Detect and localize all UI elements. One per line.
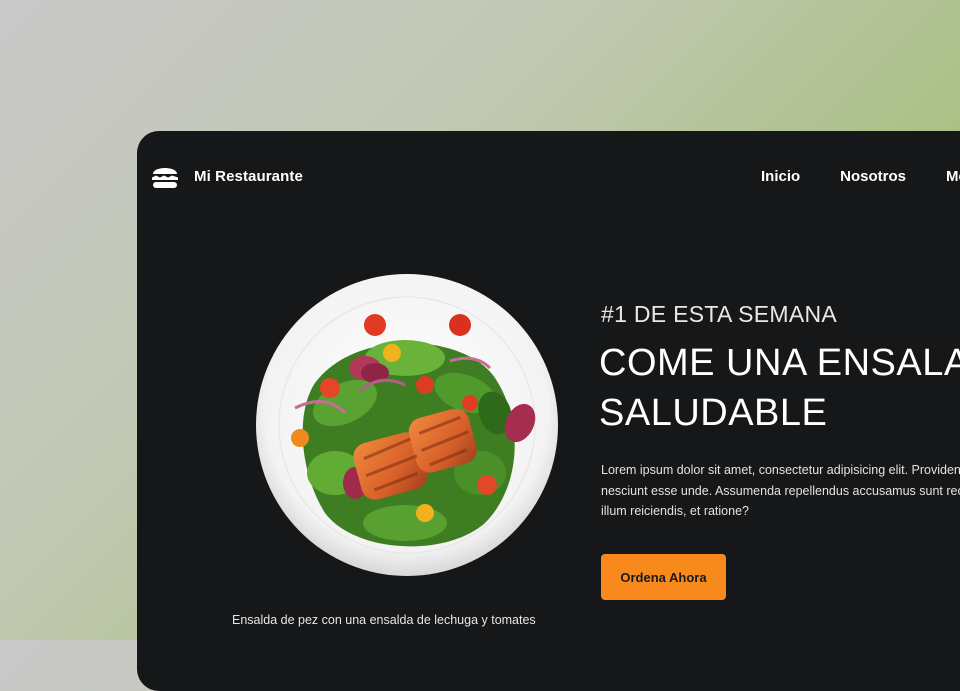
order-now-button[interactable]: Ordena Ahora [601, 554, 726, 600]
burger-icon[interactable] [151, 164, 179, 190]
nav-item-menu[interactable]: Menú [946, 168, 960, 185]
hero-eyebrow: #1 DE ESTA SEMANA [601, 301, 838, 327]
hero-headline-line1: COME UNA ENSALADA [599, 342, 960, 384]
hero-headline-line2: SALUDABLE [599, 392, 828, 434]
hero-headline: COME UNA ENSALADA SALUDABLE [599, 338, 960, 438]
nav-item-nosotros[interactable]: Nosotros [840, 168, 906, 185]
brand-name[interactable]: Mi Restaurante [194, 168, 303, 185]
image-caption: Ensalda de pez con una ensalda de lechug… [232, 613, 536, 627]
top-nav: Mi Restaurante Inicio Nosotros Menú [137, 131, 960, 223]
nav-item-inicio[interactable]: Inicio [761, 168, 800, 185]
landing-card: Mi Restaurante Inicio Nosotros Menú [137, 131, 960, 691]
hero-description: Lorem ipsum dolor sit amet, consectetur … [601, 463, 960, 518]
nav-links: Inicio Nosotros Menú [761, 168, 960, 185]
salad-plate-image [256, 274, 558, 576]
